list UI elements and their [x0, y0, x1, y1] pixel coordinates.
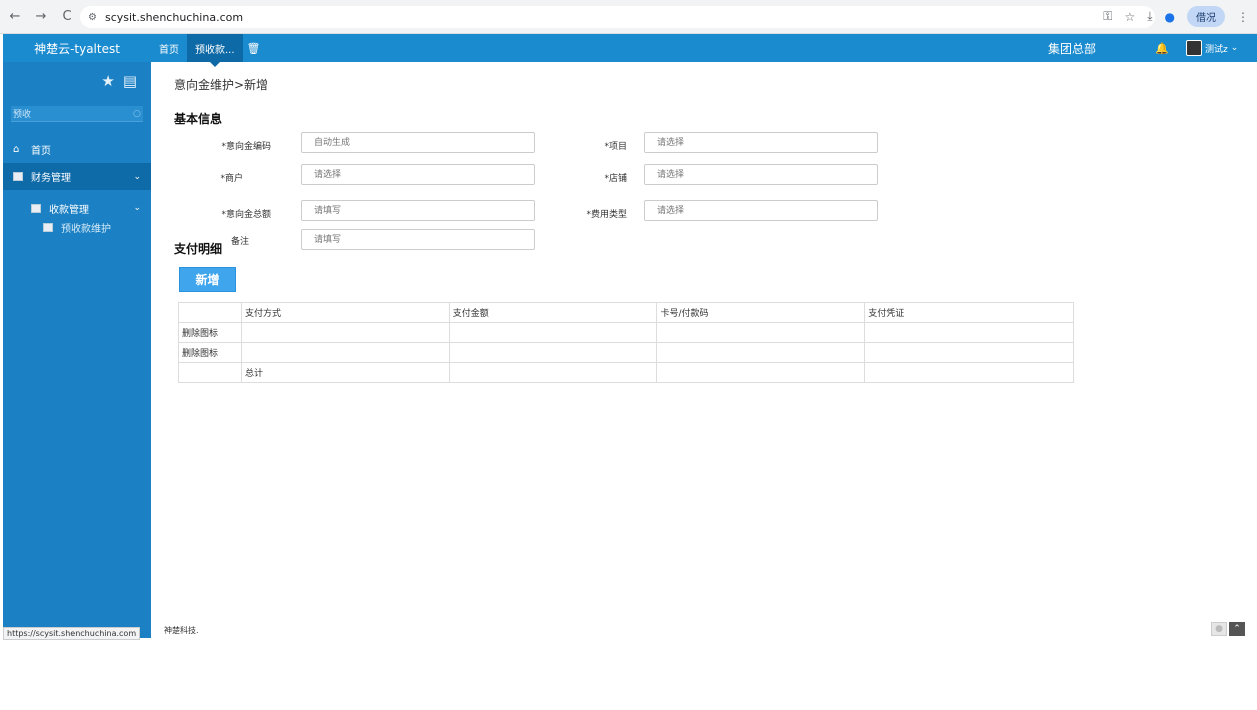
merchant-label: *商户 [220, 174, 243, 184]
payment-table: 支付方式 支付金额 卡号/付款码 支付凭证 删除图标 删除图标 总计 [178, 302, 1074, 383]
address-bar[interactable]: ⚙ scysit.shenchuchina.com [80, 6, 1155, 28]
table-header-cell: 支付方式 [240, 302, 450, 323]
table-cell[interactable] [448, 342, 658, 363]
table-cell [656, 362, 866, 383]
sidebar-item-collect[interactable]: 收款管理 ⌄ [3, 198, 151, 218]
table-cell[interactable] [448, 322, 658, 343]
user-menu[interactable]: 测试z ⌄ [1186, 40, 1238, 56]
table-cell[interactable] [240, 322, 450, 343]
account-icon[interactable]: ● [1165, 10, 1175, 24]
sidebar-item-label: 预收款维护 [61, 223, 111, 235]
amount-label: *意向金总额 [221, 210, 271, 220]
sidebar-item-home[interactable]: ⌂ 首页 [3, 136, 151, 163]
app-header: 神楚云-tyaltest 首页 预收款... 🗑 集团总部 🔔 测试z ⌄ [3, 34, 1257, 67]
project-label: *项目 [604, 142, 627, 152]
avatar [1186, 40, 1202, 56]
table-cell [864, 362, 1074, 383]
amount-input[interactable] [301, 200, 535, 221]
footer-text: 神楚科技. [164, 626, 199, 635]
pay-detail-title: 支付明细 [174, 242, 223, 256]
sidebar-search-input[interactable] [11, 108, 133, 119]
sidebar-search: ○ [11, 106, 143, 122]
remark-input[interactable] [301, 229, 535, 250]
tab-prepay-label: 预收款... [195, 44, 235, 56]
table-total-row: 总计 [178, 362, 1074, 383]
browser-actions: ⚿ ☆ ⤓ ● 借况 ⋮ [1103, 6, 1249, 27]
star-icon[interactable]: ☆ [1124, 10, 1135, 24]
fee-type-label: *费用类型 [586, 210, 627, 220]
remark-label: 备注 [230, 237, 249, 247]
sidebar-item-prepay[interactable]: 预收款维护 [3, 218, 151, 236]
sidebar: ★ ▤ ○ ⌂ 首页 财务管理 ⌄ 收款管理 ⌄ 预收款维护 [3, 62, 151, 638]
table-row: 删除图标 [178, 322, 1074, 343]
table-cell [448, 362, 658, 383]
org-selector[interactable]: 集团总部 [1048, 40, 1096, 57]
sidebar-item-finance[interactable]: 财务管理 ⌄ [3, 163, 151, 190]
status-url: https://scysit.shenchuchina.com [3, 627, 141, 640]
table-header-cell: 支付金额 [448, 302, 658, 323]
table-cell[interactable] [864, 322, 1074, 343]
profile-button[interactable]: 借况 [1187, 6, 1225, 27]
download-icon[interactable]: ⤓ [1147, 9, 1152, 24]
browser-toolbar: ← → C ⚙ scysit.shenchuchina.com ⚿ ☆ ⤓ ● … [0, 0, 1257, 34]
table-cell[interactable] [656, 322, 866, 343]
code-input[interactable] [301, 132, 535, 153]
broken-image-icon [31, 203, 41, 213]
table-header-cell: 支付凭证 [864, 302, 1074, 323]
table-cell[interactable] [864, 342, 1074, 363]
search-icon[interactable]: ○ [133, 109, 144, 119]
home-icon: ⌂ [13, 144, 20, 155]
brand-title: 神楚云-tyaltest [3, 39, 151, 57]
key-icon[interactable]: ⚿ [1103, 9, 1112, 24]
menu-dots-icon[interactable]: ⋮ [1237, 10, 1249, 24]
list-icon[interactable]: ▤ [123, 72, 137, 90]
tab-prepay[interactable]: 预收款... [187, 34, 243, 67]
chevron-down-icon: ⌄ [133, 171, 141, 182]
table-header-cell [178, 302, 242, 323]
shop-select[interactable] [644, 164, 878, 185]
sidebar-tools: ★ ▤ [3, 62, 151, 100]
total-label: 总计 [240, 362, 450, 383]
table-cell[interactable] [656, 342, 866, 363]
site-info-icon[interactable]: ⚙ [88, 12, 97, 23]
trash-icon[interactable]: 🗑 [247, 42, 261, 55]
table-cell[interactable] [240, 342, 450, 363]
url-text: scysit.shenchuchina.com [104, 10, 244, 24]
broken-image-icon [43, 222, 53, 232]
table-header-row: 支付方式 支付金额 卡号/付款码 支付凭证 [178, 302, 1074, 323]
delete-row-icon[interactable]: 删除图标 [178, 322, 242, 343]
back-icon[interactable]: ← [4, 6, 26, 28]
breadcrumb: 意向金维护>新增 [174, 78, 269, 92]
delete-row-icon[interactable]: 删除图标 [178, 342, 242, 363]
scroll-top-icon[interactable]: ⌃ [1229, 622, 1245, 636]
chevron-down-icon: ⌄ [1230, 43, 1239, 53]
settings-icon[interactable]: ● [1211, 622, 1227, 636]
table-row: 删除图标 [178, 342, 1074, 363]
basic-info-title: 基本信息 [174, 112, 223, 126]
broken-image-icon [13, 172, 23, 181]
reload-icon[interactable]: C [56, 6, 78, 28]
sidebar-item-label: 财务管理 [31, 173, 71, 184]
table-cell [178, 362, 242, 383]
fee-type-select[interactable] [644, 200, 878, 221]
add-payment-button[interactable]: 新增 [179, 267, 236, 292]
project-select[interactable] [644, 132, 878, 153]
star-icon[interactable]: ★ [101, 72, 114, 90]
table-header-cell: 卡号/付款码 [656, 302, 866, 323]
chevron-down-icon: ⌄ [133, 203, 141, 213]
bell-icon[interactable]: 🔔 [1155, 42, 1169, 55]
sidebar-item-label: 收款管理 [49, 204, 89, 216]
code-label: *意向金编码 [221, 142, 271, 152]
merchant-select[interactable] [301, 164, 535, 185]
corner-buttons: ● ⌃ [1211, 622, 1245, 636]
sidebar-item-label: 首页 [31, 146, 51, 157]
tab-home[interactable]: 首页 [151, 34, 187, 62]
shop-label: *店铺 [604, 174, 627, 184]
forward-icon[interactable]: → [30, 6, 52, 28]
user-name: 测试z [1205, 44, 1228, 55]
